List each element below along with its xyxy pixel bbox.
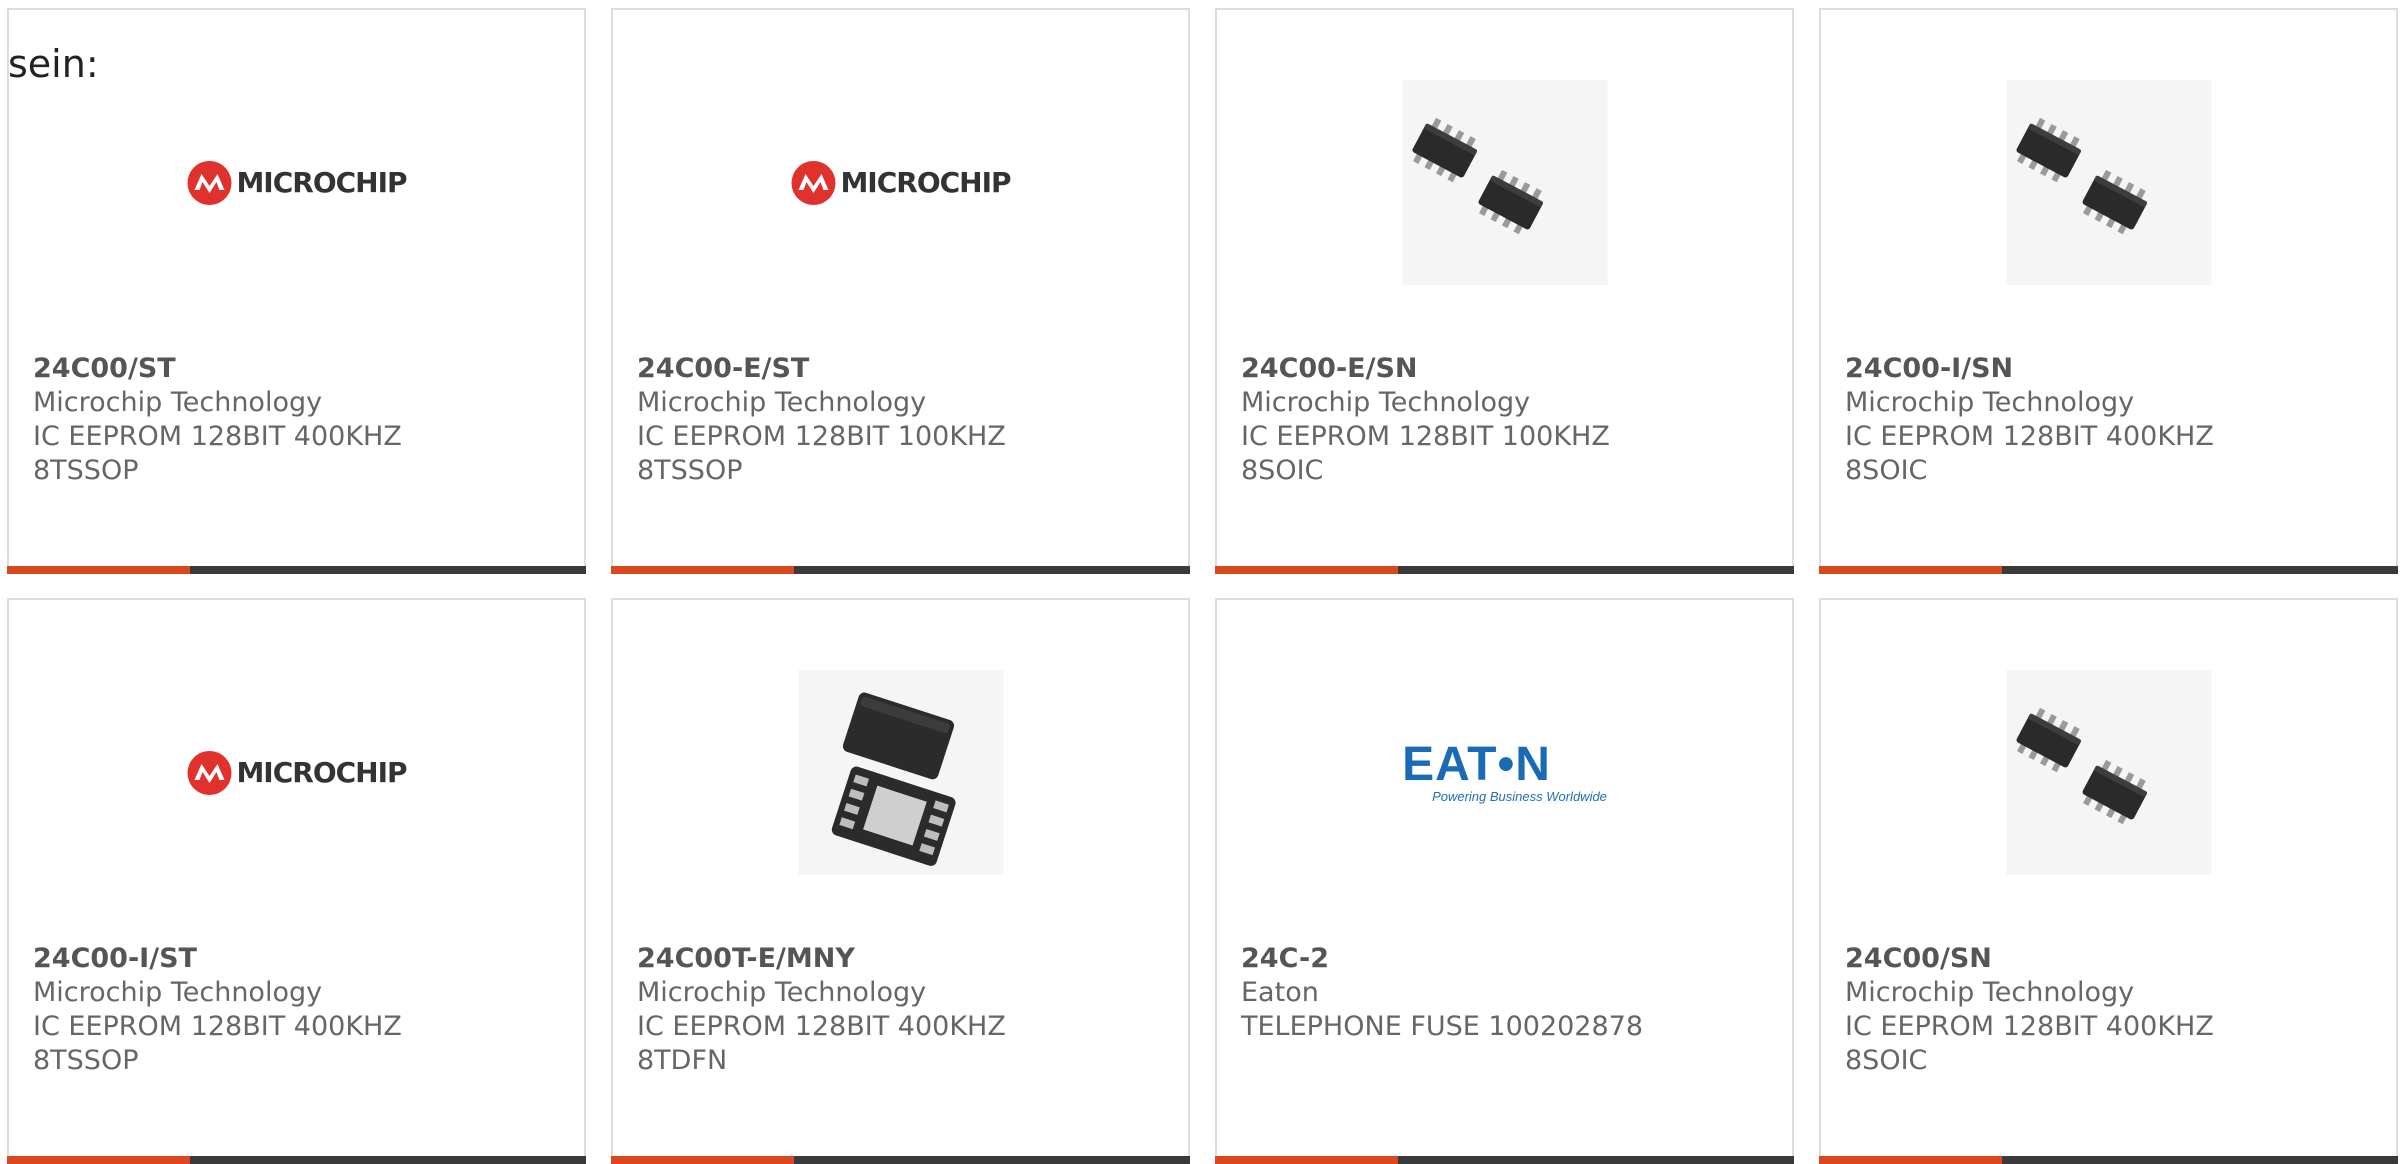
card-accent-bar: [1215, 1156, 1398, 1164]
soic-chip-photo: [2016, 707, 2148, 824]
product-image[interactable]: MICROCHIP: [187, 670, 408, 875]
product-info: 24C00-I/SN Microchip Technology IC EEPROM …: [1845, 352, 2380, 488]
package-type: 8TSSOP: [33, 1045, 139, 1076]
product-card[interactable]: 24C00-I/SN Microchip Technology IC EEPROM …: [1819, 8, 2398, 574]
manufacturer-name: Microchip Technology: [1845, 977, 2135, 1008]
part-number-link[interactable]: 24C00/SN: [1845, 942, 2380, 976]
manufacturer-name: Microchip Technology: [637, 977, 927, 1008]
part-number-link[interactable]: 24C00-I/SN: [1845, 352, 2380, 386]
card-accent-bar: [611, 1156, 794, 1164]
product-info: 24C-2 Eaton TELEPHONE FUSE 100202878: [1241, 942, 1776, 1044]
product-image[interactable]: MICROCHIP: [791, 80, 1012, 285]
microchip-logo: MICROCHIP: [790, 160, 1012, 206]
product-card[interactable]: 24C00T-E/MNY Microchip Technology IC EEPRO…: [611, 598, 1190, 1164]
product-description: IC EEPROM 128BIT 400KHZ: [1845, 421, 2214, 452]
card-bottom-bar: [1819, 1156, 2398, 1164]
card-accent-bar: [1819, 566, 2002, 574]
manufacturer-name: Microchip Technology: [33, 387, 323, 418]
part-number-link[interactable]: 24C00-I/ST: [33, 942, 568, 976]
intro-text: sein:: [8, 42, 99, 86]
soic-chip-photo: [2016, 117, 2148, 234]
product-card[interactable]: MICROCHIP 24C00-I/ST Microchip Technology I…: [7, 598, 586, 1164]
card-bottom-bar: [1215, 566, 1794, 574]
package-type: 8TSSOP: [637, 455, 743, 486]
product-image[interactable]: [798, 670, 1003, 875]
part-number-link[interactable]: 24C00/ST: [33, 352, 568, 386]
product-card[interactable]: 24C00/SN Microchip Technology IC EEPROM 12…: [1819, 598, 2398, 1164]
package-type: 8SOIC: [1845, 455, 1928, 486]
product-description: TELEPHONE FUSE 100202878: [1241, 1011, 1644, 1042]
card-accent-bar: [611, 566, 794, 574]
manufacturer-name: Microchip Technology: [33, 977, 323, 1008]
product-image[interactable]: EAT•N Powering Business Worldwide: [1402, 670, 1607, 875]
product-info: 24C00-E/ST Microchip Technology IC EEPROM …: [637, 352, 1172, 488]
product-card[interactable]: EAT•N Powering Business Worldwide 24C-2 Eat…: [1215, 598, 1794, 1164]
microchip-logo: MICROCHIP: [186, 160, 408, 206]
product-card[interactable]: MICROCHIP 24C00-E/ST Microchip Technology I…: [611, 8, 1190, 574]
manufacturer-name: Eaton: [1241, 977, 1319, 1008]
card-bottom-bar: [7, 566, 586, 574]
product-info: 24C00-I/ST Microchip Technology IC EEPROM …: [33, 942, 568, 1078]
microchip-emblem-icon: [187, 160, 232, 205]
card-bottom-bar: [611, 1156, 1190, 1164]
card-accent-bar: [1215, 566, 1398, 574]
eaton-wordmark: EAT•N: [1402, 738, 1551, 791]
product-info: 24C00T-E/MNY Microchip Technology IC EEPRO…: [637, 942, 1172, 1078]
product-grid: MICROCHIP 24C00/ST Microchip Technology IC …: [7, 8, 2400, 1164]
eaton-tagline: Powering Business Worldwide: [1432, 789, 1607, 804]
microchip-wordmark: MICROCHIP: [236, 166, 407, 199]
package-type: 8TDFN: [637, 1045, 728, 1076]
product-info: 24C00/SN Microchip Technology IC EEPROM 12…: [1845, 942, 2380, 1078]
card-accent-bar: [7, 566, 190, 574]
product-info: 24C00/ST Microchip Technology IC EEPROM 12…: [33, 352, 568, 488]
microchip-emblem-icon: [187, 750, 232, 795]
product-description: IC EEPROM 128BIT 400KHZ: [1845, 1011, 2214, 1042]
card-bottom-bar: [1215, 1156, 1794, 1164]
part-number-link[interactable]: 24C-2: [1241, 942, 1776, 976]
card-bottom-bar: [611, 566, 1190, 574]
product-card[interactable]: 24C00-E/SN Microchip Technology IC EEPROM …: [1215, 8, 1794, 574]
soic-chip-photo: [1412, 117, 1544, 234]
part-number-link[interactable]: 24C00-E/ST: [637, 352, 1172, 386]
microchip-wordmark: MICROCHIP: [236, 756, 407, 789]
product-description: IC EEPROM 128BIT 100KHZ: [1241, 421, 1610, 452]
package-type: 8SOIC: [1845, 1045, 1928, 1076]
microchip-logo: MICROCHIP: [186, 750, 408, 796]
package-type: 8SOIC: [1241, 455, 1324, 486]
part-number-link[interactable]: 24C00-E/SN: [1241, 352, 1776, 386]
card-accent-bar: [1819, 1156, 2002, 1164]
product-description: IC EEPROM 128BIT 400KHZ: [33, 1011, 402, 1042]
part-number-link[interactable]: 24C00T-E/MNY: [637, 942, 1172, 976]
microchip-wordmark: MICROCHIP: [840, 166, 1011, 199]
manufacturer-name: Microchip Technology: [1845, 387, 2135, 418]
product-description: IC EEPROM 128BIT 400KHZ: [637, 1011, 1006, 1042]
tdfn-chip-photo: [831, 692, 956, 866]
product-image[interactable]: [2006, 670, 2211, 875]
card-bottom-bar: [7, 1156, 586, 1164]
product-info: 24C00-E/SN Microchip Technology IC EEPROM …: [1241, 352, 1776, 488]
product-description: IC EEPROM 128BIT 400KHZ: [33, 421, 402, 452]
eaton-logo: EAT•N Powering Business Worldwide: [1402, 738, 1607, 805]
card-bottom-bar: [1819, 566, 2398, 574]
microchip-emblem-icon: [791, 160, 836, 205]
product-description: IC EEPROM 128BIT 100KHZ: [637, 421, 1006, 452]
manufacturer-name: Microchip Technology: [1241, 387, 1531, 418]
manufacturer-name: Microchip Technology: [637, 387, 927, 418]
product-image[interactable]: MICROCHIP: [187, 80, 408, 285]
product-card[interactable]: MICROCHIP 24C00/ST Microchip Technology IC …: [7, 8, 586, 574]
product-image[interactable]: [1402, 80, 1607, 285]
card-accent-bar: [7, 1156, 190, 1164]
product-image[interactable]: [2006, 80, 2211, 285]
package-type: 8TSSOP: [33, 455, 139, 486]
